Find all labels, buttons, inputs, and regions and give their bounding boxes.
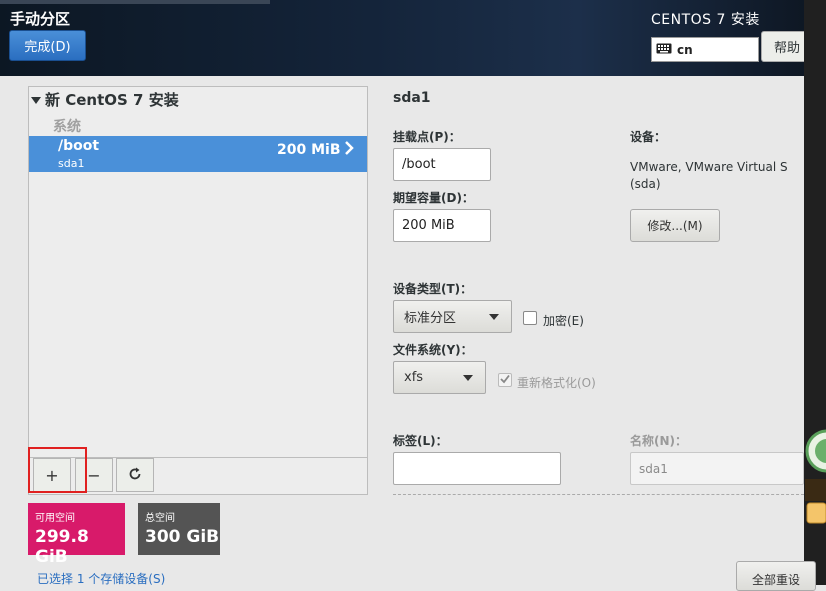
device-type-value: 标准分区 bbox=[404, 311, 457, 326]
mount-point-input[interactable]: /boot bbox=[393, 148, 491, 181]
capacity-label: 期望容量(D)： bbox=[393, 191, 474, 205]
available-space-label: 可用空间 bbox=[35, 513, 75, 524]
refresh-button[interactable] bbox=[116, 458, 154, 492]
mount-point-label: 挂载点(P)： bbox=[393, 130, 461, 144]
name-input[interactable]: sda1 bbox=[630, 452, 804, 485]
keyboard-icon bbox=[656, 43, 672, 57]
total-space-label: 总空间 bbox=[145, 513, 175, 524]
name-label: 名称(N)： bbox=[630, 434, 688, 448]
page-title: 手动分区 bbox=[10, 10, 71, 28]
partition-device: sda1 bbox=[58, 157, 85, 170]
install-group-label: 新 CentOS 7 安装 bbox=[45, 91, 179, 109]
available-space-box: 可用空间 299.8 GiB bbox=[28, 503, 125, 567]
total-space-box: 总空间 300 GiB bbox=[138, 503, 220, 555]
reformat-checkbox[interactable] bbox=[498, 373, 512, 387]
checkmark-icon bbox=[500, 374, 510, 387]
floating-widget[interactable] bbox=[805, 421, 826, 525]
filesystem-select[interactable]: xfs bbox=[393, 361, 486, 394]
system-section-label: 系统 bbox=[53, 119, 81, 135]
keyboard-layout-label: cn bbox=[677, 42, 693, 57]
filesystem-label: 文件系统(Y)： bbox=[393, 343, 473, 357]
partition-details-title: sda1 bbox=[393, 90, 431, 106]
device-type-select[interactable]: 标准分区 bbox=[393, 300, 512, 333]
installer-title: CENTOS 7 安装 bbox=[651, 12, 760, 28]
partition-mount-point: /boot bbox=[58, 138, 100, 154]
refresh-icon bbox=[128, 466, 142, 485]
highlight-annotation-box bbox=[28, 447, 87, 493]
available-space-value: 299.8 GiB bbox=[35, 527, 89, 567]
dropdown-arrow-icon bbox=[463, 374, 473, 381]
tag-label: 标签(L)： bbox=[393, 434, 448, 448]
encrypt-checkbox[interactable] bbox=[523, 311, 537, 325]
dropdown-arrow-icon bbox=[489, 313, 499, 320]
encrypt-label: 加密(E) bbox=[543, 314, 584, 328]
device-label: 设备： bbox=[630, 130, 667, 144]
device-name: VMware, VMware Virtual S bbox=[630, 160, 788, 174]
done-button[interactable]: 完成(D) bbox=[9, 30, 86, 61]
tag-input[interactable] bbox=[393, 452, 561, 485]
selected-devices-link[interactable]: 已选择 1 个存储设备(S) bbox=[37, 570, 165, 587]
filesystem-value: xfs bbox=[404, 370, 424, 385]
total-space-value: 300 GiB bbox=[145, 527, 220, 547]
partition-size: 200 MiB bbox=[277, 142, 341, 158]
install-group-header[interactable]: 新 CentOS 7 安装 bbox=[31, 89, 179, 110]
header-top-strip bbox=[0, 0, 270, 4]
keyboard-layout-indicator[interactable]: cn bbox=[651, 37, 759, 62]
device-type-label: 设备类型(T)： bbox=[393, 282, 473, 296]
modify-device-button[interactable]: 修改...(M) bbox=[630, 209, 720, 242]
triangle-down-icon bbox=[31, 91, 41, 109]
chevron-right-icon bbox=[344, 140, 354, 161]
section-divider bbox=[393, 494, 804, 495]
capacity-input[interactable]: 200 MiB bbox=[393, 209, 491, 242]
reformat-label: 重新格式化(O) bbox=[517, 376, 596, 390]
reset-all-button[interactable]: 全部重设 bbox=[736, 561, 816, 591]
device-id: (sda) bbox=[630, 177, 661, 191]
